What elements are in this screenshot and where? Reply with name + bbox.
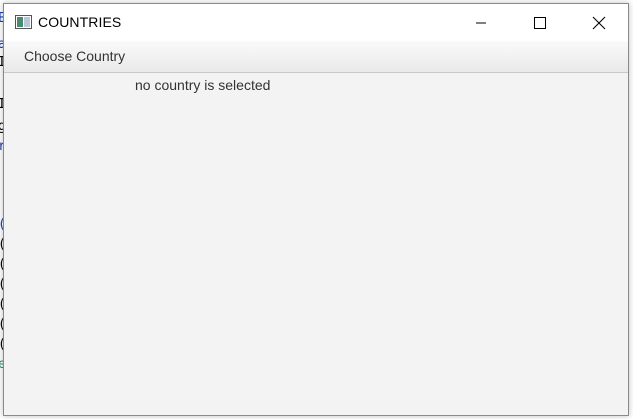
close-icon bbox=[592, 16, 606, 29]
countries-window: COUNTRIES Choose Country no country is s… bbox=[3, 3, 629, 416]
maximize-icon bbox=[534, 16, 546, 29]
window-title: COUNTRIES bbox=[38, 14, 122, 30]
content-area: no country is selected bbox=[4, 73, 628, 415]
maximize-button[interactable] bbox=[511, 4, 569, 41]
minimize-icon bbox=[476, 22, 486, 23]
menu-bar: Choose Country bbox=[4, 41, 628, 73]
app-icon bbox=[15, 15, 32, 29]
close-button[interactable] bbox=[570, 4, 628, 41]
minimize-button[interactable] bbox=[452, 4, 510, 41]
menu-choose-country[interactable]: Choose Country bbox=[16, 41, 133, 72]
title-bar[interactable]: COUNTRIES bbox=[4, 4, 628, 41]
selection-status-label: no country is selected bbox=[135, 77, 271, 93]
